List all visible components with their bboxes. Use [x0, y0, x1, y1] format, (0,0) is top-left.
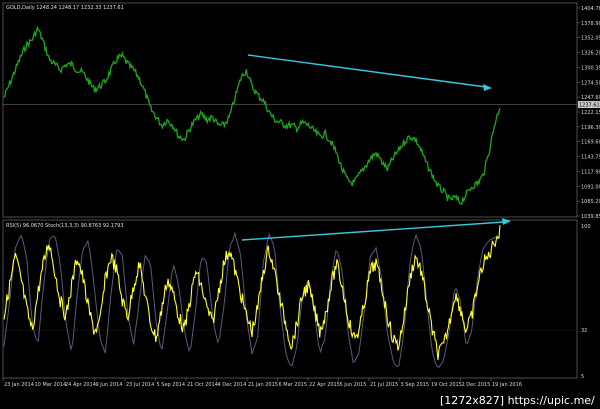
time-axis-label: 24 Apr 2014 [65, 382, 96, 388]
time-axis-label: 23 Jan 2014 [4, 382, 34, 388]
time-axis: 23 Jan 2014 10 Mar 201424 Apr 2014 9 Jun 2… [2, 378, 522, 388]
time-axis-label: 4 Dec 2014 [218, 382, 247, 388]
time-axis-label: 21 Oct 2014 [187, 382, 218, 388]
time-axis-label: 21 Jan 2015 [248, 382, 278, 388]
watermark-text: [1272x827] https://upic.me/ [440, 394, 595, 407]
time-axis-label: 9 Jun 2014 [96, 382, 123, 388]
price-axis-label: 1065.20 [581, 199, 600, 205]
price-panel-frame [2, 2, 578, 218]
indicator-title: RSI(5) 96.0670 Stoch(13,3,3) 90.8763 92.… [6, 223, 124, 229]
time-axis-label: 2 Dec 2015 [462, 382, 491, 388]
time-axis-label: 23 Jul 2014 [126, 382, 154, 388]
oscillator-panel-frame [2, 219, 578, 379]
oscillator-axis-label: 5 [581, 374, 584, 380]
price-series-line [3, 25, 501, 206]
price-trend-arrowhead [483, 84, 492, 91]
price-axis-label: 1143.75 [581, 155, 600, 161]
oscillator-axis-label: 100 [581, 224, 591, 230]
oscillator-axis-label: 32 [581, 328, 587, 334]
time-axis-label: 19 Oct 2015 [431, 382, 462, 388]
oscillator-trend-line[interactable] [241, 221, 505, 241]
price-axis: 1404.78 1378.90 1352.05 1326.20 1300.35 1274.… [577, 6, 600, 220]
time-axis-label: 21 Jul 2015 [370, 382, 398, 388]
oscillator-trend-arrowhead [502, 218, 511, 225]
time-axis-label: 19 Jan 2016 [492, 382, 522, 388]
rsi-series-line [3, 225, 501, 361]
time-axis-label: 10 Mar 2014 [35, 382, 67, 388]
time-axis-label: 3 Sep 2015 [401, 382, 430, 388]
time-axis-label: 5 Sep 2014 [157, 382, 186, 388]
price-axis-label: 1378.90 [581, 21, 600, 27]
price-axis-label: 1404.78 [581, 6, 600, 12]
trading-platform-window: GOLD,Daily 1248.24 1248.17 1232.33 1237.… [0, 0, 600, 409]
time-axis-label: 5 Jun 2015 [340, 382, 367, 388]
oscillator-axis: 100 32 5 [581, 224, 591, 380]
price-axis-label: 1222.15 [581, 110, 600, 116]
price-trend-line[interactable] [247, 54, 487, 88]
time-axis-label: 22 Apr 2015 [309, 382, 340, 388]
price-axis-label: 1039.85 [581, 214, 600, 220]
price-axis-label: 1300.35 [581, 65, 600, 71]
price-axis-label: 1169.60 [581, 140, 600, 146]
price-axis-label: 1274.50 [581, 80, 600, 86]
price-axis-label: 1117.90 [581, 169, 600, 175]
price-axis-label: 1326.20 [581, 51, 600, 57]
price-axis-label: 1247.60 [581, 95, 600, 101]
time-axis-label: 6 Mar 2015 [279, 382, 308, 388]
current-price-label: 1237.61 [579, 103, 600, 109]
price-axis-label: 1091.00 [581, 184, 600, 190]
price-chart-canvas[interactable]: GOLD,Daily 1248.24 1248.17 1232.33 1237.… [0, 0, 600, 409]
price-axis-label: 1196.30 [581, 125, 600, 131]
chart-title: GOLD,Daily 1248.24 1248.17 1232.33 1237.… [6, 5, 124, 11]
price-axis-label: 1352.05 [581, 36, 600, 42]
